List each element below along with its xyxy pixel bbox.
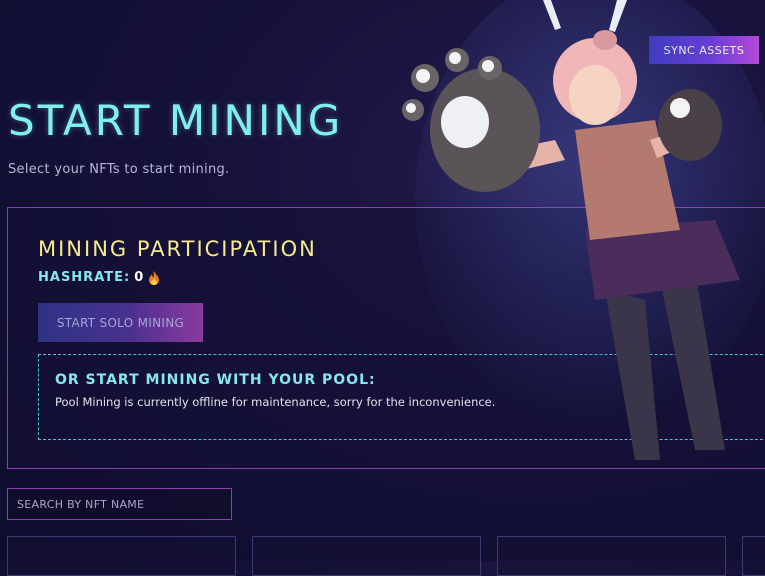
fire-icon [149,270,160,285]
hashrate-value: 0 [134,270,145,285]
nft-card[interactable] [252,536,481,576]
page-title: START MINING [8,96,344,145]
hashrate-display: HASHRATE: 0 [38,270,160,285]
mining-participation-title: MINING PARTICIPATION [38,237,317,261]
pool-mining-title: OR START MINING WITH YOUR POOL: [55,372,376,388]
hashrate-label: HASHRATE: [38,270,131,285]
page-subtitle: Select your NFTs to start mining. [8,162,230,177]
nft-card[interactable] [742,536,765,576]
sync-assets-button[interactable]: SYNC ASSETS [649,36,759,64]
search-nft-input[interactable] [7,488,232,520]
nft-card[interactable] [7,536,236,576]
pool-mining-box: OR START MINING WITH YOUR POOL: Pool Min… [38,354,765,440]
mining-participation-panel: MINING PARTICIPATION HASHRATE: 0 START S… [7,207,765,469]
nft-card[interactable] [497,536,726,576]
start-solo-mining-button[interactable]: START SOLO MINING [38,303,203,342]
pool-mining-message: Pool Mining is currently offline for mai… [55,395,496,409]
